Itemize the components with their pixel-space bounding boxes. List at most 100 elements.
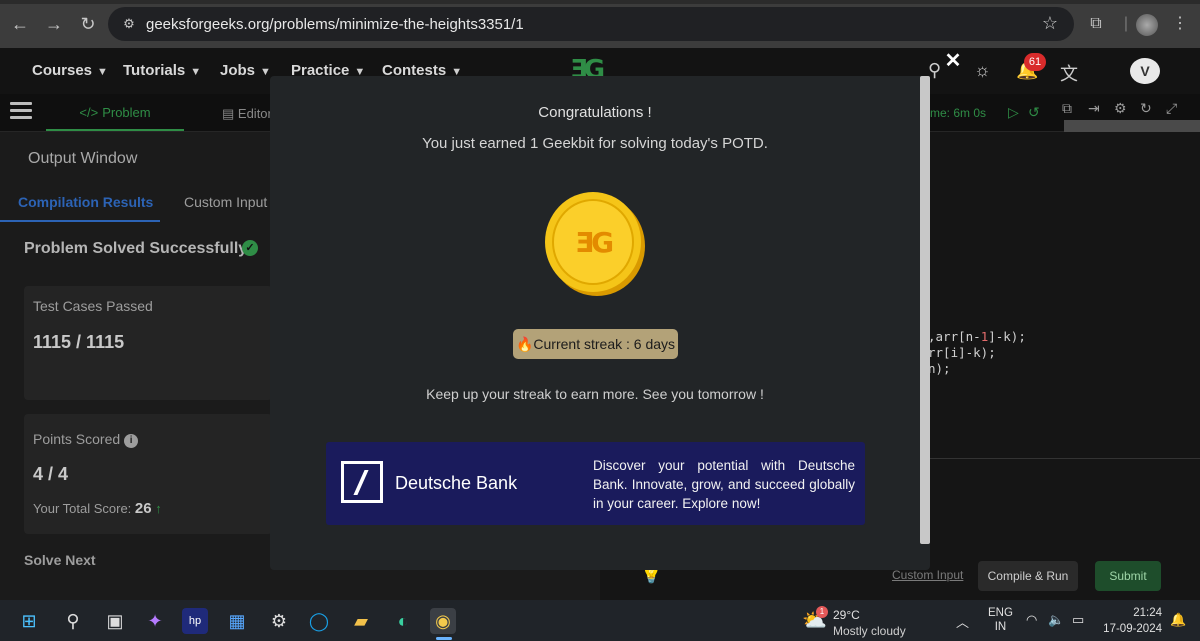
geekbit-coin-icon: ƎG xyxy=(545,192,645,296)
total-score-value: 26 xyxy=(134,500,152,517)
code-line-3[interactable]: n); xyxy=(928,361,951,376)
hamburger-menu-icon[interactable] xyxy=(10,102,32,120)
info-icon[interactable]: i xyxy=(124,434,139,448)
ad-brand-name: Deutsche Bank xyxy=(395,473,518,493)
points-label-row: Points Scored i xyxy=(33,431,139,448)
windows-start-icon[interactable]: ⊞ xyxy=(16,608,42,634)
back-arrow-icon[interactable]: ← xyxy=(8,12,32,36)
edge-icon[interactable]: ◐ xyxy=(390,608,416,634)
tab-editorial[interactable]: ▤ Editor xyxy=(222,106,272,122)
timer-text: me: 6m 0s xyxy=(930,106,987,120)
active-app-indicator xyxy=(436,637,452,640)
taskbar-search-icon[interactable]: ⚲ xyxy=(60,608,86,634)
site-info-icon[interactable]: ⚙ xyxy=(120,15,138,33)
clock-date: 17-09-2024 xyxy=(1103,623,1162,635)
file-explorer-icon[interactable]: ▰ xyxy=(348,608,374,634)
tab-problem[interactable]: </> Problem xyxy=(46,94,184,131)
nav-tutorials[interactable]: Tutorials ▼ xyxy=(123,62,201,79)
output-window-title: Output Window xyxy=(28,150,138,167)
custom-input-link[interactable]: Custom Input xyxy=(892,568,963,582)
battery-icon[interactable]: ▭ xyxy=(1072,612,1084,628)
weather-condition[interactable]: Mostly cloudy xyxy=(833,624,906,638)
user-avatar[interactable]: V xyxy=(1130,58,1160,84)
fullscreen-icon[interactable]: ⤢ xyxy=(1166,100,1177,117)
chevron-down-icon: ▼ xyxy=(97,66,108,78)
play-icon[interactable]: ▷ xyxy=(1008,104,1019,121)
total-score-label: Your Total Score: xyxy=(33,501,132,516)
store-icon[interactable]: ▦ xyxy=(224,608,250,634)
reset-icon[interactable]: ↻ xyxy=(1140,100,1152,117)
browser-profile-avatar[interactable] xyxy=(1136,14,1158,36)
windows-taskbar xyxy=(0,600,1200,641)
nav-tutorials-label: Tutorials xyxy=(123,62,186,79)
nav-jobs[interactable]: Jobs ▼ xyxy=(220,62,271,79)
weather-badge: 1 xyxy=(816,606,828,618)
notification-badge: 61 xyxy=(1024,53,1046,71)
address-bar[interactable]: ⚙ geeksforgeeks.org/problems/minimize-th… xyxy=(108,7,1074,41)
close-icon[interactable]: ✕ xyxy=(941,49,965,73)
translate-icon[interactable]: 文 xyxy=(1060,60,1078,86)
editor-divider xyxy=(930,458,1200,459)
chrome-icon[interactable]: ◉ xyxy=(430,608,456,634)
bookmark-star-icon[interactable]: ☆ xyxy=(1042,13,1058,34)
solved-status: Problem Solved Successfully xyxy=(24,240,248,257)
weather-temperature[interactable]: 29°C xyxy=(833,608,860,622)
arrow-up-icon: ↑ xyxy=(155,501,162,516)
settings-gear-icon[interactable]: ⚙ xyxy=(266,608,292,634)
points-label: Points Scored xyxy=(33,431,121,447)
myhp-icon[interactable]: hp xyxy=(182,608,208,634)
active-tab-underline xyxy=(0,220,160,222)
extensions-icon[interactable]: ⧉ xyxy=(1084,12,1108,36)
code-line-2[interactable]: rr[i]-k); xyxy=(928,345,996,360)
editor-scrollbar[interactable] xyxy=(1064,120,1200,132)
chevron-down-icon: ▼ xyxy=(190,66,202,78)
copilot-icon[interactable]: ✦ xyxy=(142,608,168,634)
tab-compilation-results[interactable]: Compilation Results xyxy=(18,194,153,210)
export-icon[interactable]: ⇥ xyxy=(1088,100,1100,117)
copy-icon[interactable]: ⧉ xyxy=(1062,100,1072,117)
url-text[interactable]: geeksforgeeks.org/problems/minimize-the-… xyxy=(146,16,524,33)
svg-text:ƎG: ƎG xyxy=(575,226,612,259)
theme-toggle-icon[interactable]: ☼ xyxy=(974,60,991,81)
ad-text: Discover your potential with Deutsche Ba… xyxy=(593,458,855,511)
tab-problem-label: Problem xyxy=(102,105,151,120)
wifi-icon[interactable]: ◠ xyxy=(1026,612,1037,628)
submit-button[interactable]: Submit xyxy=(1095,561,1161,591)
reload-icon[interactable]: ↻ xyxy=(76,12,100,36)
history-icon[interactable]: ↺ xyxy=(1028,104,1040,121)
task-view-icon[interactable]: ▣ xyxy=(102,608,128,634)
code-line-1[interactable]: ,arr[n-1]-k); xyxy=(928,329,1026,344)
code-line-1-part-a: ,arr[n- xyxy=(928,329,981,344)
streak-badge: 🔥Current streak : 6 days xyxy=(513,329,678,359)
volume-icon[interactable]: 🔈 xyxy=(1048,612,1064,628)
tab-editorial-label: Editor xyxy=(237,106,272,121)
nav-courses[interactable]: Courses ▼ xyxy=(32,62,108,79)
language-top: ENG xyxy=(988,607,1013,619)
test-cases-card: Test Cases Passed 1115 / 1115 xyxy=(24,286,272,400)
modal-title: Congratulations ! xyxy=(538,104,652,121)
code-icon: </> xyxy=(79,105,99,120)
settings-icon[interactable]: ⚙ xyxy=(1114,100,1127,117)
solve-next-heading: Solve Next xyxy=(24,552,96,568)
toolbar-divider: | xyxy=(1123,15,1129,32)
compile-run-button[interactable]: Compile & Run xyxy=(978,561,1078,591)
notification-bell-icon[interactable]: 🔔 xyxy=(1170,612,1186,628)
browser-tab-strip xyxy=(0,0,1200,4)
browser-menu-icon[interactable]: ⋮ xyxy=(1168,12,1192,36)
points-card: Points Scored i 4 / 4 Your Total Score: 2… xyxy=(24,414,272,534)
deutsche-bank-logo xyxy=(341,461,383,503)
test-cases-label: Test Cases Passed xyxy=(33,298,153,314)
tray-chevron-up-icon[interactable]: ︿ xyxy=(956,612,969,631)
clock[interactable]: 21:24 17-09-2024 xyxy=(1102,605,1162,637)
keep-up-message: Keep up your streak to earn more. See yo… xyxy=(426,386,764,402)
modal-scrollbar[interactable] xyxy=(920,76,930,544)
nav-jobs-label: Jobs xyxy=(220,62,256,79)
tab-custom-input[interactable]: Custom Input xyxy=(184,194,267,210)
fire-icon: 🔥 xyxy=(515,336,534,352)
language-indicator[interactable]: ENG IN xyxy=(988,606,1013,634)
chevron-down-icon: ▼ xyxy=(260,66,271,78)
streak-text: Current streak : 6 days xyxy=(533,336,676,352)
check-circle-icon: ✓ xyxy=(242,240,258,256)
alexa-icon[interactable]: ◯ xyxy=(306,608,332,634)
forward-arrow-icon[interactable]: → xyxy=(42,12,66,36)
